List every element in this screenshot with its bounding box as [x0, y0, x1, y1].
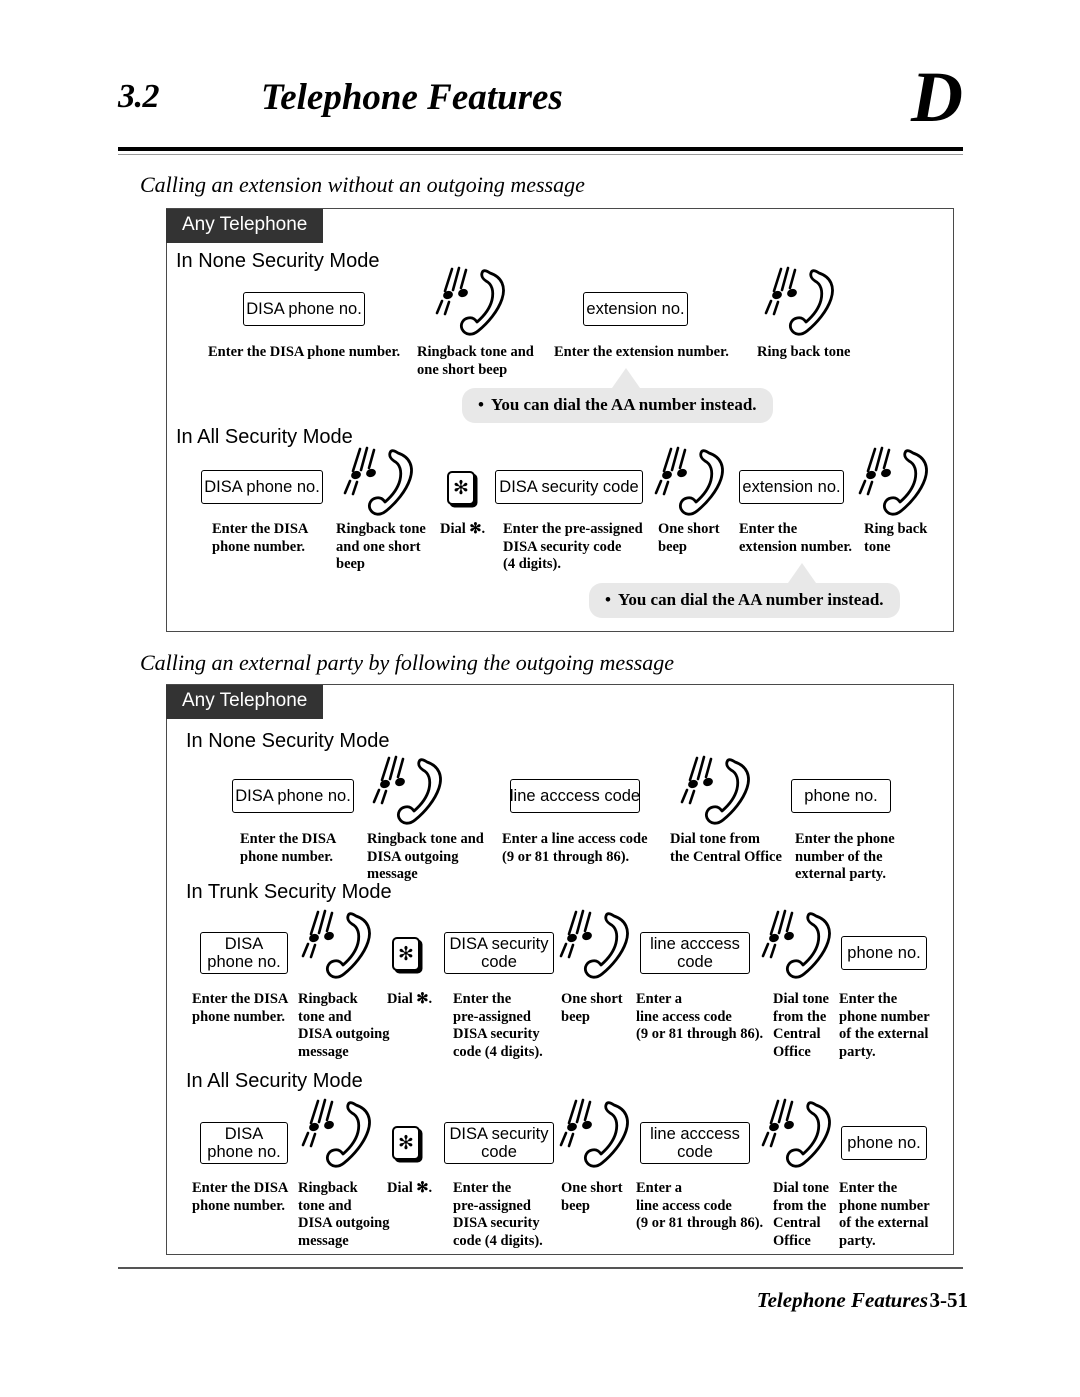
- handset-one-short-beep-icon-3: [556, 1095, 642, 1175]
- flow-box-disa-security-code-3[interactable]: DISA security code: [444, 1122, 554, 1164]
- caption-enter-preassigned-disa-security-code: Enter the pre-assigned DISA security cod…: [503, 521, 643, 573]
- callout-text-1: You can dial the AA number instead.: [490, 395, 757, 414]
- flow-box-disa-phone-no-2[interactable]: DISA phone no.: [201, 470, 323, 504]
- page-header: 3.2 Telephone Features D: [118, 57, 963, 148]
- callout-tail-1: [612, 368, 640, 388]
- caption-enter-disa-phone-number-4: Enter the DISA phone number.: [192, 991, 289, 1025]
- handset-ring-back-tone-icon-2: [855, 443, 941, 523]
- handset-ringback-disa-outgoing-icon-1: [369, 752, 455, 832]
- header-rule-thick: [118, 147, 963, 151]
- star-key-icon-3[interactable]: ✻: [392, 1126, 420, 1160]
- caption-one-short-beep-3: One short beep: [561, 1180, 623, 1214]
- handset-one-short-beep-icon-1: [651, 443, 737, 523]
- flow-box-disa-security-code-1[interactable]: DISA security code: [495, 470, 643, 504]
- flow-box-line-access-code-1[interactable]: line acccess code: [510, 779, 640, 813]
- caption-enter-disa-phone-number-2: Enter the DISA phone number.: [212, 521, 309, 555]
- flow-box-phone-no-3[interactable]: phone no.: [841, 1126, 927, 1160]
- footer-title: Telephone Features: [756, 1288, 928, 1312]
- caption-enter-phone-number-external-1: Enter the phone number of the external p…: [795, 831, 895, 883]
- caption-dial-tone-central-office-1: Dial tone from the Central Office: [670, 831, 782, 865]
- flow-box-disa-security-code-2[interactable]: DISA security code: [444, 932, 554, 974]
- section-heading-2: Calling an external party by following t…: [140, 650, 675, 675]
- mode-title-1-1: In None Security Mode: [176, 250, 380, 272]
- callout-bullet-2: •: [605, 590, 611, 609]
- flow-box-phone-no-1[interactable]: phone no.: [791, 779, 891, 813]
- caption-one-short-beep-2: One short beep: [561, 991, 623, 1025]
- star-key-icon-1[interactable]: ✻: [447, 471, 475, 505]
- flow-box-phone-no-2[interactable]: phone no.: [841, 936, 927, 970]
- callout-bullet-1: •: [478, 395, 484, 414]
- chapter-letter: D: [911, 57, 963, 137]
- footer-rule: [118, 1267, 963, 1269]
- caption-enter-line-access-code-3: Enter a line access code (9 or 81 throug…: [636, 1180, 764, 1232]
- handset-ringback-icon-1: [432, 263, 518, 343]
- caption-ringback-tone-one-short-beep: Ringback tone and one short beep: [336, 521, 426, 573]
- callout-aa-number-1: • You can dial the AA number instead.: [462, 388, 773, 423]
- caption-enter-extension-number-2: Enter the extension number.: [739, 521, 853, 555]
- callout-tail-2: [788, 563, 816, 583]
- flow-box-disa-phone-no[interactable]: DISA phone no.: [243, 292, 365, 326]
- caption-enter-line-access-code-1: Enter a line access code (9 or 81 throug…: [502, 831, 648, 865]
- callout-aa-number-2: • You can dial the AA number instead.: [589, 583, 900, 618]
- caption-ring-back-tone-2: Ring back tone: [864, 521, 928, 555]
- handset-ringback-icon-2: [761, 263, 847, 343]
- caption-dial-star-3: Dial ✻.: [387, 1180, 433, 1196]
- page-title: Telephone Features: [261, 77, 563, 118]
- section-number: 3.2: [118, 78, 160, 115]
- mode-title-2-1: In None Security Mode: [186, 730, 390, 752]
- caption-enter-phone-number-external-3: Enter the phone number of the external p…: [839, 1180, 930, 1250]
- mode-title-1-2: In All Security Mode: [176, 426, 353, 448]
- footer-page-number: 3-51: [929, 1288, 969, 1312]
- flow-box-disa-phone-no-4[interactable]: DISA phone no.: [200, 932, 288, 974]
- handset-one-short-beep-icon-2: [556, 906, 642, 986]
- handset-ringback-icon-3: [340, 443, 426, 523]
- caption-enter-preassigned-disa-security-code-2: Enter the pre-assigned DISA security cod…: [453, 991, 543, 1061]
- flow-box-line-access-code-2[interactable]: line acccess code: [640, 932, 750, 974]
- handset-dial-tone-icon-3: [758, 1095, 844, 1175]
- tab-any-telephone-2: Any Telephone: [166, 685, 324, 719]
- flow-box-extension-no-2[interactable]: extension no.: [739, 470, 844, 504]
- callout-text-2: You can dial the AA number instead.: [617, 590, 884, 609]
- caption-enter-line-access-code-2: Enter a line access code (9 or 81 throug…: [636, 991, 764, 1043]
- mode-title-2-2: In Trunk Security Mode: [186, 881, 392, 903]
- caption-one-short-beep-1: One short beep: [658, 521, 720, 555]
- mode-title-2-3: In All Security Mode: [186, 1070, 363, 1092]
- tab-any-telephone-1: Any Telephone: [166, 209, 324, 243]
- flow-box-disa-phone-no-5[interactable]: DISA phone no.: [200, 1122, 288, 1164]
- flow-box-extension-no[interactable]: extension no.: [583, 292, 688, 326]
- header-rule-thin: [118, 154, 963, 155]
- caption-ringback-tone-short-beep: Ringback tone and one short beep: [417, 344, 534, 378]
- star-key-icon-2[interactable]: ✻: [392, 937, 420, 971]
- caption-ring-back-tone-1: Ring back tone: [757, 344, 851, 360]
- handset-ringback-disa-outgoing-icon-2: [298, 906, 384, 986]
- flow-box-line-access-code-3[interactable]: line acccess code: [640, 1122, 750, 1164]
- caption-dial-star-2: Dial ✻.: [387, 991, 433, 1007]
- caption-ringback-disa-outgoing-message-1: Ringback tone and DISA outgoing message: [367, 831, 484, 883]
- caption-enter-disa-phone-number: Enter the DISA phone number.: [208, 344, 401, 360]
- caption-enter-phone-number-external-2: Enter the phone number of the external p…: [839, 991, 930, 1061]
- caption-enter-preassigned-disa-security-code-3: Enter the pre-assigned DISA security cod…: [453, 1180, 543, 1250]
- caption-enter-disa-phone-number-5: Enter the DISA phone number.: [192, 1180, 289, 1214]
- caption-enter-disa-phone-number-3: Enter the DISA phone number.: [240, 831, 337, 865]
- handset-ringback-disa-outgoing-icon-3: [298, 1095, 384, 1175]
- section-heading-1: Calling an extension without an outgoing…: [140, 172, 585, 197]
- handset-dial-tone-icon-2: [758, 906, 844, 986]
- flow-box-disa-phone-no-3[interactable]: DISA phone no.: [232, 779, 354, 813]
- handset-dial-tone-icon-1: [677, 752, 763, 832]
- caption-enter-extension-number: Enter the extension number.: [554, 344, 729, 360]
